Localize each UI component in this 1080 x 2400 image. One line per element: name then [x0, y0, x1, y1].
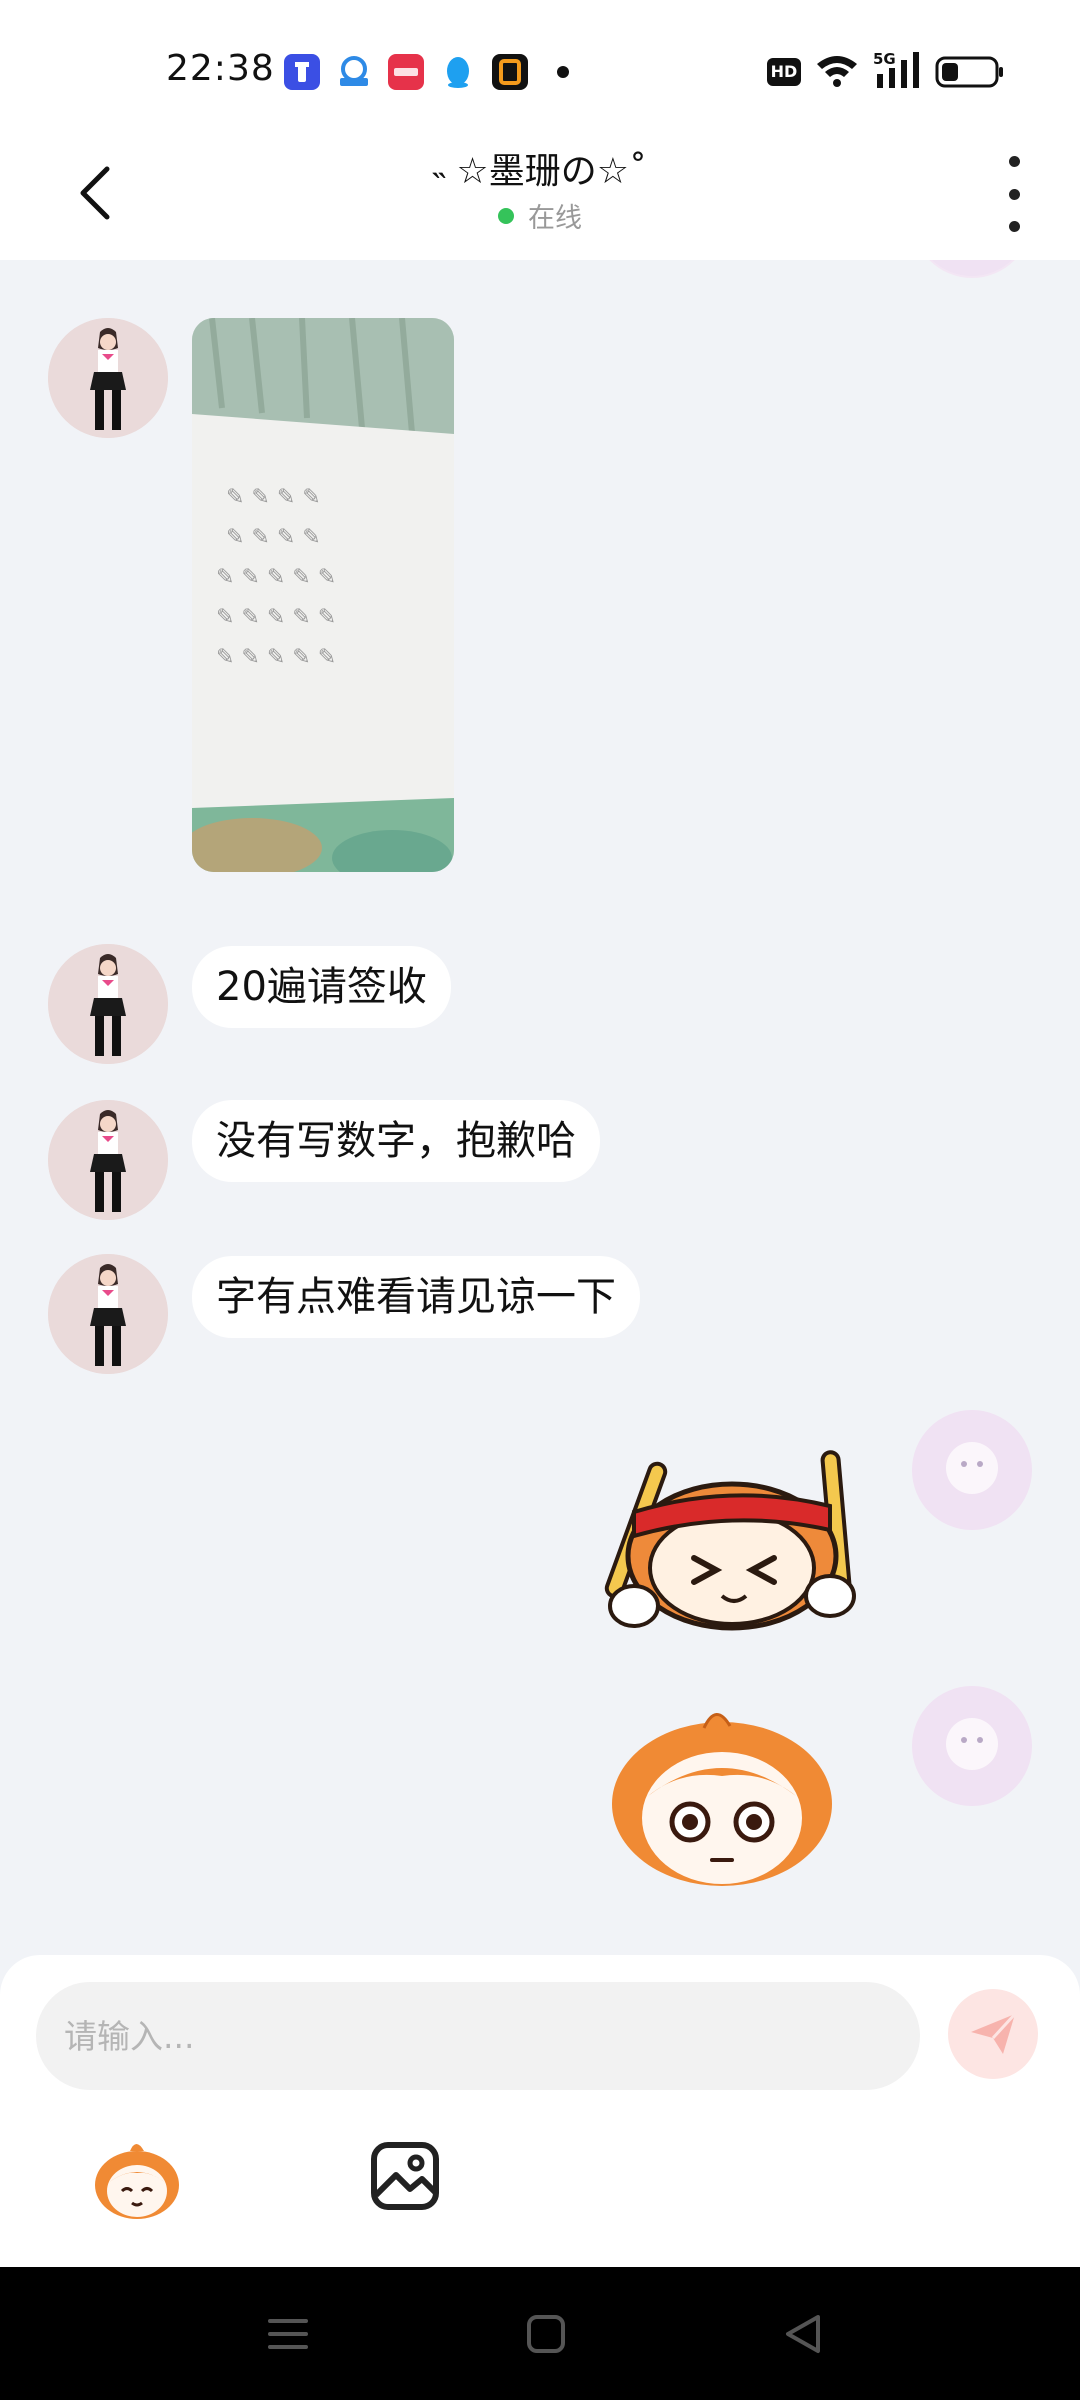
staring-girl-sticker[interactable]	[604, 1700, 844, 1892]
sticker-icon	[95, 2144, 179, 2219]
app-icon-3	[388, 54, 424, 90]
status-bar: 22:38 HD 5G	[0, 0, 1080, 130]
drum-girl-sticker[interactable]	[598, 1446, 860, 1636]
svg-text:✎ ✎ ✎ ✎ ✎: ✎ ✎ ✎ ✎ ✎	[216, 565, 336, 590]
dot-icon	[1008, 221, 1020, 232]
dot-icon	[1008, 188, 1020, 200]
contact-avatar[interactable]	[48, 318, 168, 438]
back-button[interactable]	[60, 158, 130, 228]
svg-text:✎ ✎ ✎ ✎: ✎ ✎ ✎ ✎	[226, 485, 321, 510]
send-button[interactable]	[948, 1989, 1038, 2079]
online-status-text: 在线	[528, 203, 582, 234]
my-avatar[interactable]	[912, 1686, 1032, 1806]
signal-icon: 5G	[873, 50, 919, 88]
app-icon-2	[336, 54, 372, 90]
online-status: 在线	[240, 196, 840, 235]
sticker-button[interactable]	[92, 2137, 182, 2223]
svg-text:✎ ✎ ✎ ✎ ✎: ✎ ✎ ✎ ✎ ✎	[216, 645, 336, 670]
image-message[interactable]: ✎ ✎ ✎ ✎ ✎ ✎ ✎ ✎ ✎ ✎ ✎ ✎ ✎ ✎ ✎ ✎ ✎ ✎ ✎ ✎ …	[192, 318, 454, 872]
text-message[interactable]: 字有点难看请见谅一下	[192, 1256, 640, 1338]
system-nav-bar	[0, 2267, 1080, 2400]
network-label: 5G	[873, 50, 896, 68]
more-options-button[interactable]	[994, 156, 1034, 232]
menu-icon[interactable]	[258, 2307, 318, 2361]
send-icon	[971, 2012, 1017, 2054]
status-time: 22:38	[166, 48, 275, 89]
svg-text:✎ ✎ ✎ ✎ ✎: ✎ ✎ ✎ ✎ ✎	[216, 605, 336, 630]
contact-avatar[interactable]	[48, 944, 168, 1064]
my-avatar[interactable]	[912, 1410, 1032, 1530]
contact-name[interactable]: ˵ ☆墨珊の☆˚	[240, 142, 840, 194]
back-arrow-icon	[80, 166, 110, 220]
svg-text:✎ ✎ ✎ ✎: ✎ ✎ ✎ ✎	[226, 525, 321, 550]
text-message[interactable]: 没有写数字，抱歉哈	[192, 1100, 600, 1182]
dot-icon	[1008, 156, 1020, 167]
qq-icon	[440, 54, 476, 90]
my-avatar[interactable]	[912, 260, 1032, 278]
back-nav-icon[interactable]	[774, 2307, 834, 2361]
image-picker-button[interactable]	[370, 2141, 440, 2211]
composer-panel	[0, 1955, 1080, 2267]
app-icon-5	[492, 54, 528, 90]
home-icon[interactable]	[516, 2307, 576, 2361]
message-input[interactable]	[36, 1982, 920, 2090]
message-list[interactable]: ✎ ✎ ✎ ✎ ✎ ✎ ✎ ✎ ✎ ✎ ✎ ✎ ✎ ✎ ✎ ✎ ✎ ✎ ✎ ✎ …	[0, 260, 1080, 1955]
image-icon	[371, 2142, 439, 2210]
wifi-icon	[817, 56, 857, 87]
chat-header: ˵ ☆墨珊の☆˚ 在线	[0, 130, 1080, 260]
handwriting-photo: ✎ ✎ ✎ ✎ ✎ ✎ ✎ ✎ ✎ ✎ ✎ ✎ ✎ ✎ ✎ ✎ ✎ ✎ ✎ ✎ …	[192, 318, 454, 872]
app-icon-1	[284, 54, 320, 90]
notification-dot	[557, 66, 569, 78]
battery-icon	[935, 56, 1003, 88]
online-dot	[498, 207, 514, 224]
contact-avatar[interactable]	[48, 1100, 168, 1220]
hd-badge: HD	[767, 58, 801, 86]
chat-screen: 22:38 HD 5G ˵ ☆墨珊の☆˚ 在线 ✎ ✎ ✎ ✎ ✎ ✎ ✎ ✎ …	[0, 0, 1080, 2400]
text-message[interactable]: 20遍请签收	[192, 946, 451, 1028]
contact-avatar[interactable]	[48, 1254, 168, 1374]
